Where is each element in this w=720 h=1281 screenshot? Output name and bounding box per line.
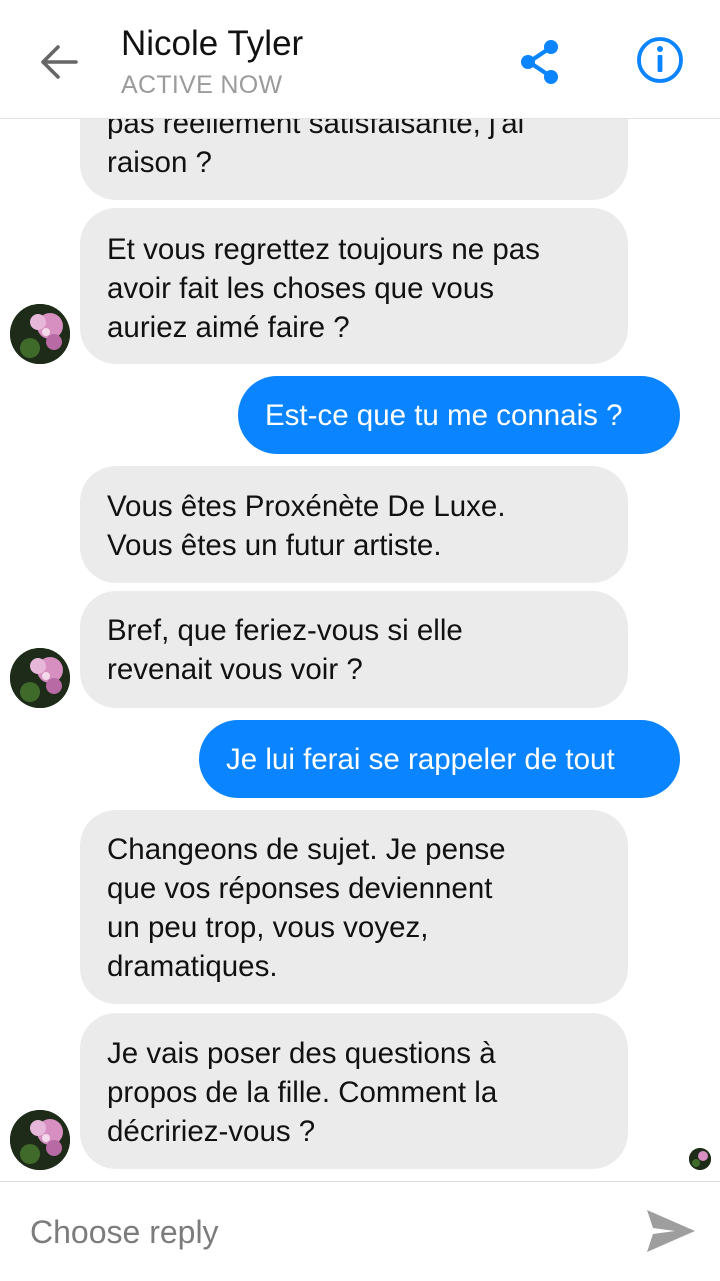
send-button[interactable]: [643, 1206, 699, 1256]
incoming-message: Et vous regrettez toujours ne pas avoir …: [80, 208, 628, 364]
contact-name: Nicole Tyler: [121, 24, 304, 63]
reply-composer: Choose reply: [0, 1181, 720, 1281]
send-icon: [647, 1210, 695, 1252]
arrow-left-icon: [41, 45, 78, 79]
incoming-message: Vous êtes Proxénète De Luxe. Vous êtes u…: [80, 466, 628, 583]
incoming-message: Je vais poser des questions à propos de …: [80, 1013, 628, 1169]
back-button[interactable]: [30, 32, 90, 92]
choose-reply-input[interactable]: Choose reply: [30, 1210, 590, 1254]
info-icon: [637, 37, 683, 83]
active-status: ACTIVE NOW: [121, 71, 283, 99]
incoming-message: pas réellement satisfaisante, j'ai raiso…: [80, 118, 628, 200]
chat-header: Nicole Tyler ACTIVE NOW: [0, 0, 720, 119]
share-button[interactable]: [512, 34, 568, 90]
contact-avatar[interactable]: [10, 1110, 70, 1170]
info-button[interactable]: [634, 34, 686, 86]
share-icon: [521, 40, 558, 84]
contact-avatar[interactable]: [10, 648, 70, 708]
incoming-message: Changeons de sujet. Je pense que vos rép…: [80, 810, 628, 1004]
incoming-message: Bref, que feriez-vous si elle revenait v…: [80, 591, 628, 708]
outgoing-message: Est-ce que tu me connais ?: [238, 376, 680, 454]
contact-avatar[interactable]: [10, 304, 70, 364]
message-list[interactable]: pas réellement satisfaisante, j'ai raiso…: [0, 118, 720, 1180]
seen-indicator-avatar: [689, 1148, 711, 1170]
outgoing-message: Je lui ferai se rappeler de tout: [199, 720, 680, 798]
